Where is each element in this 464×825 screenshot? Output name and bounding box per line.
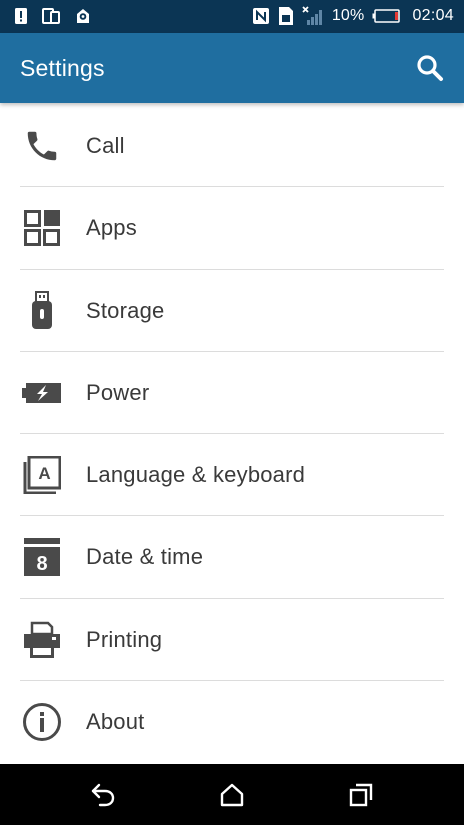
back-button[interactable]: [90, 782, 116, 808]
usb-storage-icon: [22, 290, 62, 331]
settings-item-label: Language & keyboard: [86, 462, 306, 488]
keyboard-language-icon: A: [22, 455, 62, 495]
settings-item-apps[interactable]: Apps: [0, 187, 464, 270]
settings-item-label: Apps: [86, 215, 137, 241]
nfc-icon: [252, 7, 270, 25]
settings-item-language-keyboard[interactable]: A Language & keyboard: [0, 434, 464, 517]
settings-item-label: Power: [86, 379, 150, 405]
settings-item-about[interactable]: About: [0, 681, 464, 763]
alert-icon: [14, 7, 28, 25]
apps-grid-icon: [22, 208, 62, 248]
printer-icon: [22, 620, 62, 660]
battery-percent: 10%: [331, 7, 365, 24]
recents-icon: [348, 783, 374, 812]
info-icon: [22, 702, 62, 742]
settings-item-label: Date & time: [86, 544, 204, 570]
recents-button[interactable]: [348, 782, 374, 808]
svg-text:8: 8: [36, 553, 47, 575]
settings-item-label: Call: [86, 133, 125, 158]
calendar-icon: 8: [22, 537, 62, 577]
settings-item-label: Printing: [86, 626, 163, 652]
status-bar: 10% 02:04: [0, 0, 464, 33]
location-icon: [74, 7, 92, 25]
settings-item-date-time[interactable]: 8 Date & time: [0, 516, 464, 599]
signal-no-service-icon: [302, 6, 324, 26]
settings-list: Call Apps Storage Power A Language & key…: [0, 105, 464, 763]
settings-item-label: About: [86, 709, 145, 735]
settings-item-storage[interactable]: Storage: [0, 270, 464, 352]
home-icon: [219, 783, 245, 812]
svg-text:A: A: [38, 464, 50, 483]
sim-icon: [278, 6, 294, 26]
settings-item-power[interactable]: Power: [0, 352, 464, 435]
status-bar-notifications: [14, 7, 92, 25]
page-title: Settings: [20, 55, 105, 81]
settings-item-printing[interactable]: Printing: [0, 599, 464, 682]
status-bar-system: 10% 02:04: [252, 6, 454, 26]
settings-item-call[interactable]: Call: [0, 105, 464, 188]
phone-icon: [22, 126, 62, 166]
battery-low-icon: [372, 9, 401, 23]
back-icon: [90, 783, 116, 812]
search-icon: [416, 55, 444, 86]
home-button[interactable]: [219, 782, 245, 808]
navigation-bar: [0, 764, 464, 825]
settings-item-label: Storage: [86, 297, 165, 323]
action-bar: Settings: [0, 33, 464, 103]
dual-screen-icon: [42, 7, 60, 25]
battery-charging-icon: [22, 373, 62, 413]
search-button[interactable]: [416, 54, 444, 82]
clock: 02:04: [412, 7, 454, 24]
